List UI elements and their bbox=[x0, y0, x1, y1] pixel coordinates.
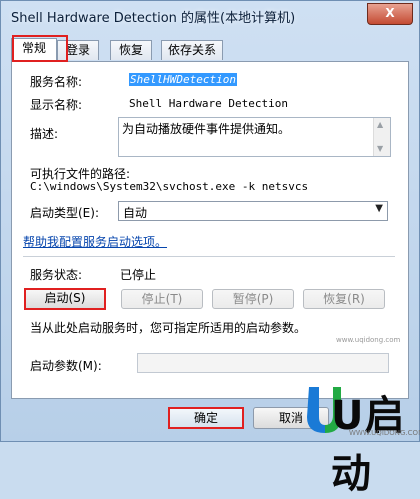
scroll-down-icon[interactable]: ▼ bbox=[377, 144, 383, 153]
resume-button[interactable]: 恢复(R) bbox=[303, 289, 385, 309]
tab-recovery[interactable]: 恢复 bbox=[110, 40, 152, 60]
watermark-logo-text: U启动 bbox=[331, 393, 406, 497]
chevron-down-icon: ▼ bbox=[375, 203, 383, 214]
status-value: 已停止 bbox=[120, 268, 157, 282]
start-params-hint: 当从此处启动服务时，您可指定所适用的启动参数。 bbox=[30, 321, 307, 335]
description-label: 描述: bbox=[30, 127, 59, 141]
properties-dialog: Shell Hardware Detection 的属性(本地计算机) X 常规… bbox=[0, 0, 420, 497]
start-button[interactable]: 启动(S) bbox=[24, 288, 106, 310]
help-link[interactable]: 帮助我配置服务启动选项。 bbox=[23, 233, 167, 250]
startup-type-label: 启动类型(E): bbox=[30, 206, 99, 220]
description-text: 为自动播放硬件事件提供通知。 bbox=[122, 122, 291, 136]
display-name-label: 显示名称: bbox=[30, 98, 83, 112]
startup-type-select[interactable]: 自动 ▼ bbox=[118, 201, 388, 221]
status-label: 服务状态: bbox=[30, 268, 83, 282]
watermark-logo: U启动 WWW.UQIDONG.COM bbox=[301, 379, 420, 497]
close-button[interactable]: X bbox=[367, 3, 413, 25]
startup-type-value: 自动 bbox=[123, 206, 148, 220]
pause-button[interactable]: 暂停(P) bbox=[212, 289, 294, 309]
ok-button[interactable]: 确定 bbox=[168, 407, 244, 429]
general-panel: 服务名称: ShellHWDetection 显示名称: Shell Hardw… bbox=[11, 61, 409, 399]
service-name-label: 服务名称: bbox=[30, 75, 83, 89]
watermark-logo-sub: WWW.UQIDONG.COM bbox=[349, 429, 420, 437]
title-bar[interactable]: Shell Hardware Detection 的属性(本地计算机) X bbox=[1, 1, 419, 31]
tab-dependencies[interactable]: 依存关系 bbox=[161, 40, 223, 60]
description-scrollbar[interactable]: ▲ ▼ bbox=[373, 118, 390, 156]
service-name-value[interactable]: ShellHWDetection bbox=[129, 73, 237, 86]
display-name-value[interactable]: Shell Hardware Detection bbox=[129, 97, 288, 110]
exe-path-value[interactable]: C:\windows\System32\svchost.exe -k netsv… bbox=[30, 180, 308, 193]
scroll-up-icon[interactable]: ▲ bbox=[377, 120, 383, 129]
tab-highlight-box bbox=[12, 35, 68, 62]
start-params-input[interactable] bbox=[137, 353, 389, 373]
close-icon: X bbox=[385, 6, 395, 20]
watermark-site: www.uqidong.com bbox=[336, 336, 401, 344]
stop-button[interactable]: 停止(T) bbox=[121, 289, 203, 309]
window-title: Shell Hardware Detection 的属性(本地计算机) bbox=[11, 11, 296, 26]
description-box[interactable]: 为自动播放硬件事件提供通知。 ▲ ▼ bbox=[118, 117, 391, 157]
divider bbox=[23, 256, 395, 257]
start-params-label: 启动参数(M): bbox=[30, 359, 102, 373]
